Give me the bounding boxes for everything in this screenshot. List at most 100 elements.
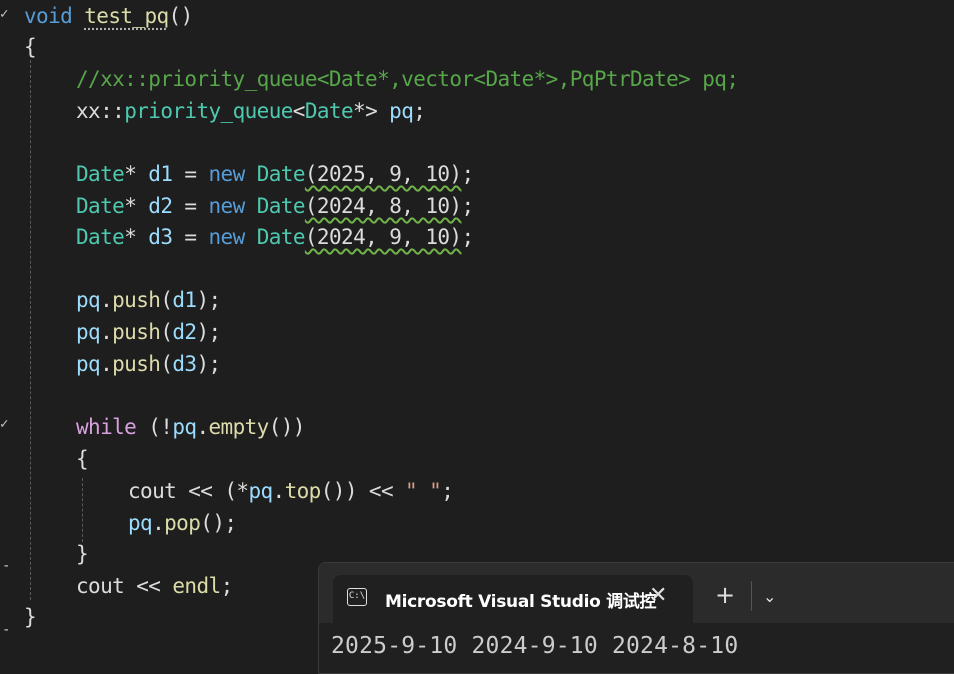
object: pq xyxy=(128,511,153,535)
code-line-2[interactable]: { xyxy=(24,31,37,63)
code-line-3[interactable]: //xx::priority_queue<Date*,vector<Date*>… xyxy=(76,63,739,95)
method: push xyxy=(112,352,161,376)
paren-open: ( xyxy=(160,352,173,376)
indent-guide xyxy=(82,478,83,542)
terminal-tab[interactable]: C:\ Microsoft Visual Studio 调试控 ✕ xyxy=(333,575,693,623)
method: pop xyxy=(164,511,201,535)
argument: d1 xyxy=(172,288,197,312)
indent-guide xyxy=(30,60,31,600)
code-line-19[interactable]: cout << endl; xyxy=(76,570,233,602)
code-line-17[interactable]: pq.pop(); xyxy=(128,507,237,539)
console-output: 2025-9-10 2024-9-10 2024-8-10 xyxy=(331,633,739,659)
chevron-down-icon[interactable]: ⌄ xyxy=(763,587,776,606)
close-icon[interactable]: ✕ xyxy=(649,583,667,608)
assign-op: = xyxy=(172,194,209,218)
function-name: test_pq xyxy=(84,4,169,28)
open-brace: { xyxy=(24,35,37,59)
variable: d1 xyxy=(148,162,173,186)
code-line-10[interactable]: pq.push(d1); xyxy=(76,284,221,316)
keyword-new: new xyxy=(208,225,246,249)
dot: . xyxy=(100,320,113,344)
paren-open: ( xyxy=(160,320,173,344)
code-line-6[interactable]: Date* d1 = new Date(2025, 9, 10); xyxy=(76,158,474,190)
code-line-8[interactable]: Date* d3 = new Date(2024, 9, 10); xyxy=(76,221,474,253)
paren-open: ( xyxy=(160,288,173,312)
namespace: xx:: xyxy=(76,99,125,123)
semicolon: ; xyxy=(220,574,234,598)
pointer-star: * xyxy=(124,162,149,186)
variable: d3 xyxy=(148,225,173,249)
dot: . xyxy=(272,479,286,503)
string-literal: " " xyxy=(405,479,442,503)
code-line-16[interactable]: cout << (*pq.top()) << " "; xyxy=(128,475,454,507)
cout: cout xyxy=(128,479,177,503)
console-icon: C:\ xyxy=(347,588,367,606)
fold-marker-icon[interactable]: ✓ xyxy=(0,416,8,432)
keyword-void: void xyxy=(24,4,73,28)
comment: //xx::priority_queue<Date*,vector<Date*>… xyxy=(76,67,739,91)
pointer-star: * xyxy=(124,194,149,218)
cout: cout xyxy=(76,574,125,598)
variable: pq xyxy=(389,99,414,123)
template-arg: Date xyxy=(304,99,354,123)
code-line-11[interactable]: pq.push(d2); xyxy=(76,316,221,348)
argument: d2 xyxy=(172,320,197,344)
method: top xyxy=(284,479,322,503)
argument: d3 xyxy=(172,352,197,376)
object: pq xyxy=(76,320,101,344)
type-name: Date xyxy=(76,162,125,186)
method: empty xyxy=(208,415,270,439)
paren-close: ()) xyxy=(268,415,306,439)
assign-op: = xyxy=(172,225,209,249)
object: pq xyxy=(248,479,273,503)
paren-close: ); xyxy=(196,320,221,344)
code-line-20[interactable]: } xyxy=(24,601,37,633)
open-brace: { xyxy=(76,447,89,471)
ctor-args: (2024, 8, 10) xyxy=(304,194,462,218)
object: pq xyxy=(76,288,101,312)
fold-end-marker: - xyxy=(2,622,11,638)
ctor-args: (2025, 9, 10) xyxy=(304,162,462,186)
operator: ()) << xyxy=(320,479,406,503)
parens: () xyxy=(168,4,194,28)
semicolon: ; xyxy=(461,162,474,186)
type-name: priority_queue xyxy=(124,99,293,123)
semicolon: ; xyxy=(461,225,474,249)
code-line-7[interactable]: Date* d2 = new Date(2024, 8, 10); xyxy=(76,190,474,222)
code-line-12[interactable]: pq.push(d3); xyxy=(76,348,221,380)
keyword-new: new xyxy=(208,194,246,218)
code-line-18[interactable]: } xyxy=(76,538,89,570)
variable: d2 xyxy=(148,194,173,218)
keyword-while: while xyxy=(76,415,137,439)
object: pq xyxy=(76,352,101,376)
paren-close: ); xyxy=(196,288,221,312)
operator: << (* xyxy=(176,479,249,503)
semicolon: ; xyxy=(461,194,474,218)
semicolon: ; xyxy=(441,479,454,503)
paren-open: (! xyxy=(136,415,173,439)
new-tab-button[interactable]: + xyxy=(715,583,735,607)
keyword-new: new xyxy=(208,162,246,186)
endl: endl xyxy=(172,574,221,598)
template-close: *> xyxy=(353,99,378,123)
paren-close: ); xyxy=(196,352,221,376)
close-brace: } xyxy=(76,542,89,566)
semicolon: ; xyxy=(413,99,426,123)
tab-separator xyxy=(751,581,752,611)
fold-end-marker: - xyxy=(2,558,11,574)
terminal-tab-bar: C:\ Microsoft Visual Studio 调试控 ✕ + ⌄ xyxy=(319,563,954,623)
debug-console-window[interactable]: C:\ Microsoft Visual Studio 调试控 ✕ + ⌄ 20… xyxy=(318,562,954,674)
ctor-name: Date xyxy=(256,194,306,218)
code-line-4[interactable]: xx::priority_queue<Date*> pq; xyxy=(76,95,426,127)
operator: << xyxy=(124,574,173,598)
method: push xyxy=(112,320,161,344)
code-line-14[interactable]: while (!pq.empty()) xyxy=(76,411,305,443)
code-line-15[interactable]: { xyxy=(76,443,89,475)
code-line-1[interactable]: void test_pq() xyxy=(24,0,193,32)
assign-op: = xyxy=(172,162,209,186)
fold-marker-icon[interactable]: ✓ xyxy=(0,6,8,22)
dot: . xyxy=(100,352,113,376)
dot: . xyxy=(152,511,165,535)
method: push xyxy=(112,288,161,312)
object: pq xyxy=(172,415,197,439)
